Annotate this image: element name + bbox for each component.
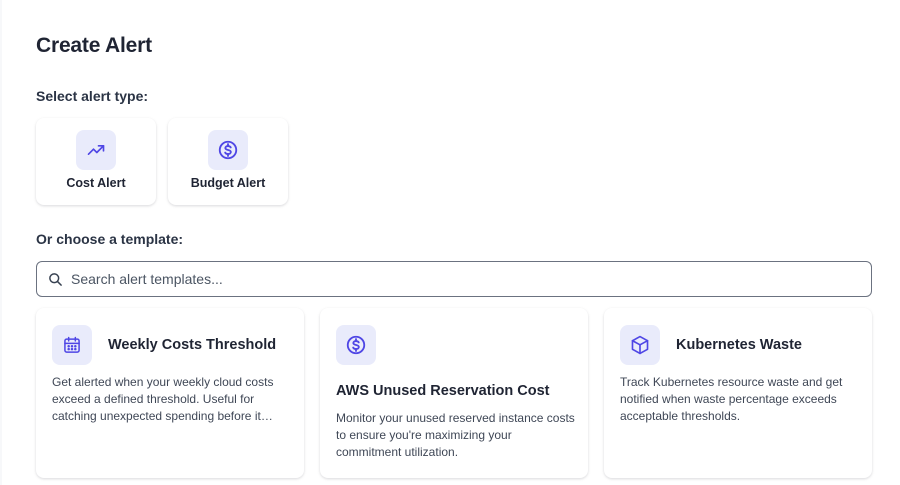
template-search-box — [36, 261, 872, 297]
template-description: Track Kubernetes resource waste and get … — [620, 375, 843, 423]
template-description: Get alerted when your weekly cloud costs… — [52, 375, 274, 423]
cube-icon — [620, 325, 660, 365]
template-title: Kubernetes Waste — [676, 337, 802, 353]
template-card-aws-unused-reservation[interactable]: AWS Unused Reservation Cost Monitor your… — [320, 308, 588, 478]
budget-alert-label: Budget Alert — [190, 176, 266, 190]
template-search-input[interactable] — [71, 262, 861, 296]
template-title: AWS Unused Reservation Cost — [336, 383, 550, 399]
trending-up-icon — [76, 130, 116, 170]
calendar-icon — [52, 325, 92, 365]
template-title: Weekly Costs Threshold — [108, 337, 277, 353]
choose-template-label: Or choose a template: — [36, 231, 184, 247]
template-card-weekly-costs[interactable]: Weekly Costs Threshold Get alerted when … — [36, 308, 304, 478]
template-card-kubernetes-waste[interactable]: Kubernetes Waste Track Kubernetes resour… — [604, 308, 872, 478]
budget-alert-option[interactable]: Budget Alert — [168, 118, 288, 205]
page-title: Create Alert — [36, 34, 152, 57]
dollar-circle-icon — [208, 130, 248, 170]
create-alert-panel: Create Alert Select alert type: Cost Ale… — [2, 0, 900, 485]
select-alert-type-label: Select alert type: — [36, 88, 149, 104]
dollar-circle-icon — [336, 325, 376, 365]
cost-alert-label: Cost Alert — [66, 176, 126, 190]
template-description: Monitor your unused reserved instance co… — [336, 411, 575, 459]
cost-alert-option[interactable]: Cost Alert — [36, 118, 156, 205]
search-icon — [48, 272, 63, 292]
